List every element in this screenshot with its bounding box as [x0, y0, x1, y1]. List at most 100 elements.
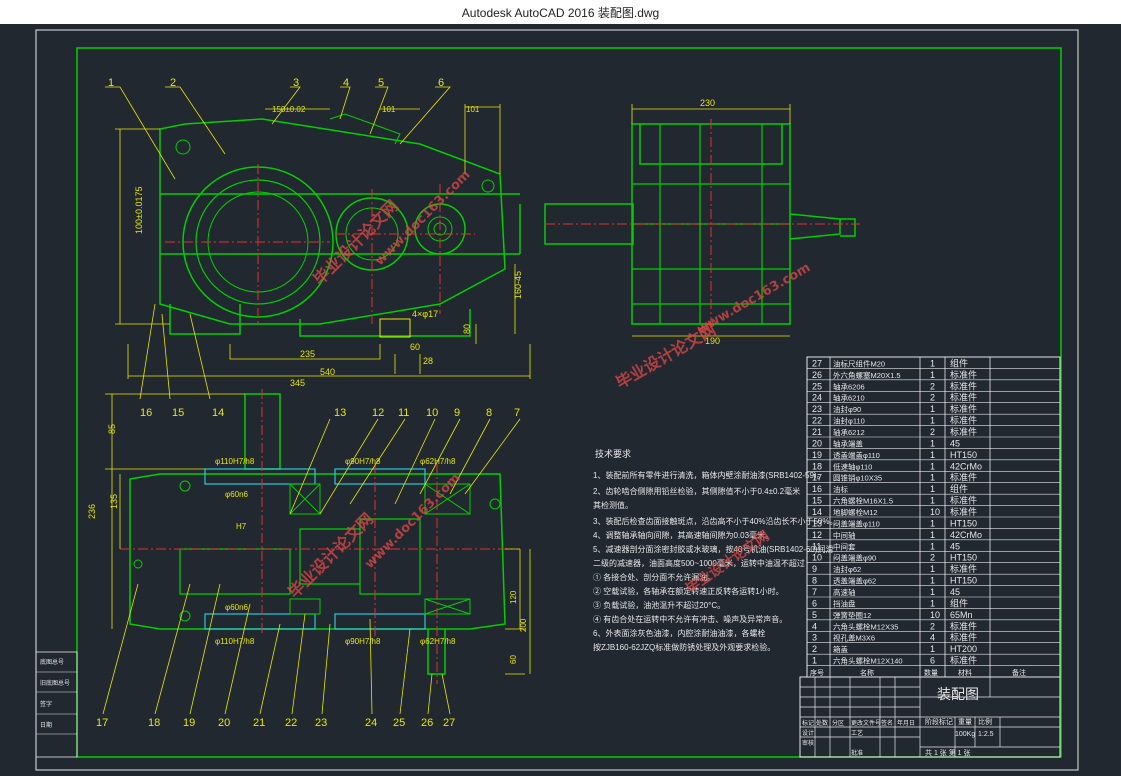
- dim-101: 101: [466, 105, 480, 114]
- bom-cell-no: 5: [812, 610, 817, 620]
- bom-cell-material: HT200: [950, 644, 977, 654]
- bom-cell-name: 圆锥销φ10X35: [833, 473, 882, 483]
- bom-cell-material: HT150: [950, 450, 977, 460]
- bom-cell-no: 21: [812, 427, 822, 437]
- technical-requirements: 技术要求 1、装配前所有零件进行清洗，箱体内壁涂耐油漆(SRB1402-59)。…: [593, 448, 837, 652]
- bom-cell-qty: 1: [930, 530, 935, 540]
- bom-cell-name: 六角头螺栓M12X140: [833, 656, 903, 666]
- bom-cell-material: 组件: [950, 357, 968, 368]
- bom-row[interactable]: 27 油标尺组件M20 1 组件: [807, 357, 1060, 369]
- callout-11: 11: [398, 407, 409, 419]
- bom-row[interactable]: 5 弹簧垫圈12 10 65Mn: [807, 610, 1060, 621]
- title-block[interactable]: 装配图 重量 比例 100Kg 1:2.5 阶段标记 共 1 张 第 1 张 标…: [799, 676, 1061, 758]
- bom-row[interactable]: 22 油封φ110 1 标准件: [807, 415, 1060, 426]
- plan-section-view[interactable]: 236 85 135 φ110H7/h8 φ60n6 H7 φ90H7/h8 φ…: [87, 303, 531, 729]
- bom-cell-no: 26: [812, 370, 822, 380]
- bom-row[interactable]: 3 视孔盖M3X6 4 标准件: [807, 632, 1060, 644]
- dim-100: 101: [382, 105, 396, 114]
- cad-drawing[interactable]: 100±0.0175 345 540 235 60 28 4×φ17 80 16…: [0, 24, 1121, 776]
- bom-cell-material: HT150: [950, 553, 977, 563]
- plan-dim-236: 236: [87, 504, 97, 519]
- callout-9: 9: [454, 407, 460, 419]
- bom-cell-name: 弹簧垫圈12: [833, 610, 871, 620]
- bom-row[interactable]: 8 透盖端盖φ62 1 HT150: [807, 576, 1060, 586]
- callout-7: 7: [514, 407, 520, 419]
- callout-24: 24: [365, 717, 377, 729]
- bom-cell-qty: 1: [930, 370, 935, 380]
- bom-row[interactable]: 7 高速轴 1 45: [807, 587, 1060, 598]
- bom-row[interactable]: 23 油封φ90 1 标准件: [807, 403, 1060, 415]
- bom-row[interactable]: 10 闷盖端盖φ90 2 HT150: [807, 553, 1060, 564]
- bom-cell-name: 油封φ90: [833, 404, 861, 414]
- bom-cell-name: 挡油盘: [833, 598, 856, 608]
- bom-header-name: 名称: [860, 668, 874, 677]
- watermark-text: www.doc163.com: [362, 470, 463, 571]
- dim-540: 540: [320, 367, 335, 377]
- dim-235: 235: [300, 349, 315, 359]
- bom-cell-name: 闷盖端盖φ110: [833, 518, 880, 528]
- bom-cell-no: 15: [812, 496, 822, 506]
- bom-row[interactable]: 12 中间轴 1 42CrMo: [807, 530, 1060, 541]
- bom-cell-qty: 1: [930, 598, 935, 608]
- bom-row[interactable]: 20 轴承端盖 1 45: [807, 438, 1060, 449]
- bom-row[interactable]: 14 地脚螺栓M12 10 标准件: [807, 506, 1060, 518]
- bill-of-materials[interactable]: 27 油标尺组件M20 1 组件26 外六角螺塞M20X1.5 1 标准件25 轴承6206 2…: [806, 356, 1061, 678]
- plan-dim-200: 200: [519, 618, 528, 632]
- bom-cell-material: 标准件: [950, 403, 977, 414]
- callout-16: 16: [140, 407, 152, 419]
- bom-row[interactable]: 11 中间套 1 45: [807, 541, 1060, 552]
- bom-header-row: 序号 名称 数量 材料 备注: [810, 668, 1026, 677]
- note-line: 5、减速器剖分面涂密封胶或水玻璃，按40号机油(SRB1402-60)润滑: [593, 544, 833, 554]
- bom-row[interactable]: 19 透盖端盖φ110 1 HT150: [807, 450, 1060, 461]
- bom-row[interactable]: 1 六角头螺栓M12X140 6 标准件: [807, 655, 1060, 666]
- bom-cell-name: 视孔盖M3X6: [833, 633, 875, 643]
- bom-row[interactable]: 15 六角螺栓M16X1.5 1 标准件: [807, 495, 1060, 506]
- bom-row[interactable]: 9 油封φ62 1 标准件: [807, 563, 1060, 575]
- note-line: 3、装配后检查齿面接触斑点，沿齿高不小于40%沿齿长不小于50%。: [593, 516, 837, 526]
- window-titlebar: Autodesk AutoCAD 2016 装配图.dwg: [0, 0, 1121, 25]
- drawing-viewport[interactable]: 100±0.0175 345 540 235 60 28 4×φ17 80 16…: [0, 24, 1121, 776]
- bom-row[interactable]: 17 圆锥销φ10X35 1 标准件: [807, 472, 1060, 484]
- scale-label: 比例: [978, 717, 992, 726]
- note-line: 1、装配前所有零件进行清洗，箱体内壁涂耐油漆(SRB1402-59)。: [593, 470, 825, 480]
- bom-cell-name: 透盖端盖φ62: [833, 576, 876, 586]
- bom-row[interactable]: 21 轴承6212 2 标准件: [807, 426, 1060, 438]
- bom-row[interactable]: 26 外六角螺塞M20X1.5 1 标准件: [807, 369, 1060, 381]
- bom-header-mat: 材料: [958, 668, 972, 677]
- bom-cell-name: 轴承6210: [833, 393, 865, 403]
- plan-dim-135: 135: [109, 494, 119, 509]
- dim-160: 160-45: [513, 271, 523, 299]
- side-view[interactable]: 230 190: [544, 98, 860, 346]
- bom-row[interactable]: 13 闷盖端盖φ110 1 HT150: [807, 518, 1060, 529]
- bom-row[interactable]: 18 低速轴φ110 1 42CrMo: [807, 461, 1060, 472]
- bom-cell-material: 45: [950, 438, 960, 448]
- bom-cell-qty: 1: [930, 358, 935, 368]
- note-line: 其检测值。: [593, 500, 633, 510]
- bom-cell-qty: 1: [930, 473, 935, 483]
- bom-cell-name: 油封φ110: [833, 416, 865, 426]
- front-elevation-view[interactable]: 100±0.0175 345 540 235 60 28 4×φ17 80 16…: [105, 77, 531, 388]
- bom-row[interactable]: 2 箱盖 1 HT200: [807, 644, 1060, 655]
- bom-cell-material: 标准件: [950, 392, 977, 403]
- bom-cell-material: 标准件: [950, 472, 977, 483]
- bom-cell-qty: 1: [930, 484, 935, 494]
- callout-23: 23: [315, 717, 327, 729]
- bom-row[interactable]: 4 六角头螺栓M12X35 2 标准件: [807, 620, 1060, 632]
- bom-cell-material: 标准件: [950, 632, 977, 643]
- note-line: ④ 有齿合处在运转中不允许有冲击、噪声及异常声音。: [593, 614, 787, 624]
- bom-cell-name: 低速轴φ110: [833, 461, 872, 471]
- bom-cell-material: 标准件: [950, 495, 977, 506]
- side-label: 日期: [40, 721, 52, 729]
- bom-cell-qty: 1: [930, 541, 935, 551]
- bom-row[interactable]: 16 油标 1 组件: [807, 483, 1060, 495]
- plan-dim-62-bottom: φ62H7/h8: [420, 637, 456, 646]
- dim-150: 150±0.02: [272, 105, 306, 114]
- bom-row[interactable]: 25 轴承6206 2 标准件: [807, 380, 1060, 392]
- bom-row[interactable]: 6 挡油盘 1 组件: [807, 597, 1060, 609]
- bom-cell-qty: 1: [930, 576, 935, 586]
- bom-row[interactable]: 24 轴承6210 2 标准件: [807, 392, 1060, 404]
- bom-cell-name: 油封φ62: [833, 564, 861, 574]
- bom-cell-no: 11: [812, 541, 821, 551]
- callout-25: 25: [393, 717, 405, 729]
- note-line: 4、调整轴承轴向间隙，其高速轴间隙为0.03毫米。: [593, 530, 773, 540]
